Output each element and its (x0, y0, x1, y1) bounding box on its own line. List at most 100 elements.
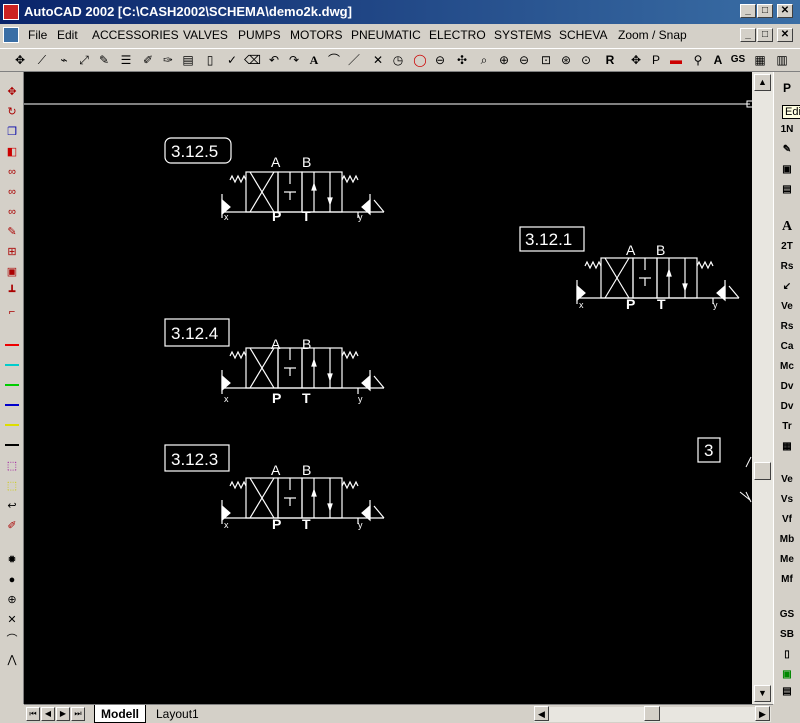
caret-icon[interactable]: ⋀ (4, 652, 20, 668)
text-icon[interactable]: A (778, 219, 796, 235)
brush-icon[interactable]: ✐ (4, 518, 20, 534)
check-icon[interactable]: ✓ (224, 52, 240, 68)
minimize-button[interactable]: _ (740, 4, 756, 18)
x-cross-icon[interactable]: ✕ (4, 612, 20, 628)
color-green-swatch[interactable] (5, 384, 19, 386)
vertical-scrollbar[interactable]: ▲ ▼ (752, 72, 773, 704)
brush-icon[interactable]: ✑ (160, 52, 176, 68)
arc-icon[interactable]: ⌒ (4, 632, 20, 648)
autocad-app-icon[interactable] (3, 4, 19, 20)
dialog-icon[interactable]: ▤ (778, 684, 796, 700)
drawing-canvas[interactable]: 3.12.5 3.12.1 3.12.4 3.12.3 3 A B P T x … (24, 72, 752, 704)
rt-item-sb[interactable]: SB (778, 627, 796, 643)
rt-item-mb[interactable]: Mb (778, 532, 796, 548)
menu-accessories[interactable]: ACCESSORIES (92, 28, 179, 42)
green-box-icon[interactable]: ▣ (778, 667, 796, 683)
rt-item-2t[interactable]: 2T (778, 239, 796, 255)
menu-pneumatic[interactable]: PNEUMATIC (351, 28, 421, 42)
menu-edit[interactable]: Edit (57, 28, 78, 42)
zoom-out-icon[interactable]: ⊖ (516, 52, 532, 68)
copy-icon[interactable]: ❐ (4, 124, 20, 140)
rectangle-magenta-icon[interactable]: ⬚ (4, 458, 20, 474)
rt-item-rs[interactable]: Rs (778, 259, 796, 275)
rt-item-tr[interactable]: Tr (778, 419, 796, 435)
chamfer-icon[interactable]: ⌐ (4, 304, 20, 320)
menu-file[interactable]: File (28, 28, 47, 42)
sh-icon[interactable]: ▥ (774, 52, 790, 68)
circle-icon[interactable]: ◯ (412, 52, 428, 68)
rt-item-rs-2[interactable]: Rs (778, 319, 796, 335)
crosshair-icon[interactable]: ⊕ (4, 592, 20, 608)
rt-item-vs[interactable]: Vs (778, 492, 796, 508)
clock-icon[interactable]: ◷ (390, 52, 406, 68)
move-icon[interactable]: ✥ (12, 52, 28, 68)
doc-minimize-button[interactable]: _ (740, 28, 756, 42)
array-icon[interactable]: ∞ (4, 184, 20, 200)
scroll-left-button[interactable]: ◀ (534, 706, 549, 721)
redo-icon[interactable]: ↷ (286, 52, 302, 68)
prev-tab-button[interactable]: ◀ (41, 707, 55, 721)
valve-label-3-12-4[interactable]: 3.12.4 (171, 324, 218, 344)
trim-icon[interactable]: ⊞ (4, 244, 20, 260)
tab-model[interactable]: Modell (94, 705, 146, 723)
dot-icon[interactable]: ● (4, 572, 20, 588)
pen-icon[interactable]: ✎ (96, 52, 112, 68)
page-icon[interactable]: ▯ (202, 52, 218, 68)
stretch-icon[interactable]: ✎ (4, 224, 20, 240)
hscroll-thumb[interactable] (644, 706, 660, 721)
menu-pumps[interactable]: PUMPS (238, 28, 281, 42)
frame-icon[interactable]: ▣ (778, 162, 796, 178)
menu-electro[interactable]: ELECTRO (429, 28, 486, 42)
color-red-swatch[interactable] (5, 344, 19, 346)
gs-icon[interactable]: GS (730, 52, 746, 68)
box-icon[interactable]: ▤ (778, 182, 796, 198)
match-properties-icon[interactable]: ⚲ (690, 52, 706, 68)
extra-label-3[interactable]: 3 (704, 441, 713, 461)
doc-close-button[interactable]: ✕ (777, 28, 793, 42)
construction-line-icon[interactable]: ⤢ (76, 52, 92, 68)
rectangle-yellow-icon[interactable]: ⬚ (4, 478, 20, 494)
color-blue-swatch[interactable] (5, 404, 19, 406)
properties-icon[interactable]: P (648, 52, 664, 68)
break-icon[interactable]: ┻ (4, 284, 20, 300)
line-icon[interactable]: ／ (346, 52, 362, 68)
tab-layout1[interactable]: Layout1 (150, 705, 205, 723)
paint-icon[interactable]: ✐ (140, 52, 156, 68)
ellipse-icon[interactable]: ⊖ (432, 52, 448, 68)
snap-icon[interactable]: ✣ (454, 52, 470, 68)
rt-item-1n[interactable]: 1N (778, 122, 796, 138)
doc-restore-button[interactable]: □ (757, 28, 773, 42)
grid-icon[interactable]: ▦ (778, 439, 796, 455)
color-black-swatch[interactable] (5, 444, 19, 446)
rt-item-p[interactable]: P (778, 80, 796, 96)
gear-icon[interactable]: ✹ (4, 552, 20, 568)
grid-icon[interactable]: ▦ (752, 52, 768, 68)
horizontal-scrollbar[interactable]: ◀ ▶ (534, 706, 771, 722)
text-style-icon[interactable]: A (710, 52, 726, 68)
first-tab-button[interactable]: ⏮ (26, 707, 40, 721)
color-bar-icon[interactable]: ▬ (668, 52, 684, 68)
rt-item-vf[interactable]: Vf (778, 512, 796, 528)
zoom-extents-icon[interactable]: ⊛ (558, 52, 574, 68)
zoom-previous-icon[interactable]: ⊙ (578, 52, 594, 68)
extend-icon[interactable]: ▣ (4, 264, 20, 280)
zoom-window-icon[interactable]: ⊡ (538, 52, 554, 68)
next-tab-button[interactable]: ▶ (56, 707, 70, 721)
book-icon[interactable]: ▤ (180, 52, 196, 68)
mirror-icon[interactable]: ◧ (4, 144, 20, 160)
valve-label-3-12-5[interactable]: 3.12.5 (171, 142, 218, 162)
curve-icon[interactable]: ↙ (778, 279, 796, 295)
rt-item-ca[interactable]: Ca (778, 339, 796, 355)
offset-icon[interactable]: ∞ (4, 164, 20, 180)
eraser-icon[interactable]: ⌫ (244, 52, 261, 68)
rt-item-ve-top[interactable]: Ve (778, 299, 796, 315)
cross-icon[interactable]: ✕ (370, 52, 386, 68)
scroll-up-button[interactable]: ▲ (754, 74, 771, 91)
document-icon[interactable]: ▯ (778, 647, 796, 663)
valve-label-3-12-3[interactable]: 3.12.3 (171, 450, 218, 470)
move-icon[interactable]: ✥ (4, 84, 20, 100)
color-yellow-swatch[interactable] (5, 424, 19, 426)
rt-item-dv[interactable]: Dv (778, 379, 796, 395)
menu-systems[interactable]: SYSTEMS (494, 28, 551, 42)
last-tab-button[interactable]: ⏭ (71, 707, 85, 721)
